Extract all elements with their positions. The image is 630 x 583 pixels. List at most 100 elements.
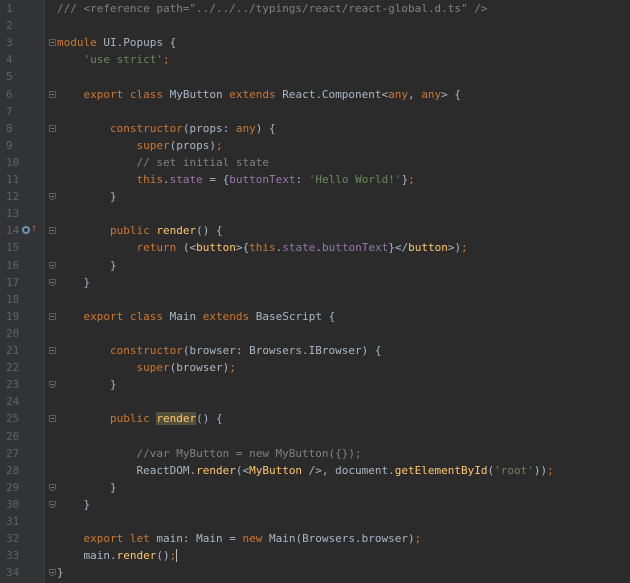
line-number: 1	[6, 2, 13, 15]
code-line[interactable]: main.render();	[57, 547, 178, 564]
code-token: }	[57, 497, 91, 511]
code-token: MyButton	[249, 463, 303, 477]
code-line[interactable]: public render() {	[57, 222, 223, 239]
code-line[interactable]: }	[57, 188, 117, 205]
code-token: .	[315, 241, 322, 255]
code-line[interactable]: }	[57, 496, 90, 513]
code-line[interactable]: this.state = {buttonText: 'Hello World!'…	[57, 171, 415, 188]
code-token: }	[57, 275, 91, 289]
code-token: >{	[235, 241, 250, 255]
code-line[interactable]: constructor(props: any) {	[57, 120, 276, 137]
code-token: }	[57, 480, 117, 494]
line-number: 28	[6, 463, 20, 477]
code-token: Main	[162, 309, 203, 323]
code-line[interactable]: super(props);	[57, 137, 223, 154]
code-line[interactable]: export class MyButton extends React.Comp…	[57, 86, 462, 103]
code-line[interactable]: return (<button>{this.state.buttonText}<…	[57, 239, 468, 256]
code-token: ;	[229, 361, 236, 375]
code-token: button	[196, 241, 236, 255]
line-number: 20	[6, 326, 20, 340]
code-line[interactable]: module UI.Popups {	[57, 34, 176, 51]
code-area[interactable]: /// <reference path="../../../typings/re…	[45, 0, 630, 583]
code-line[interactable]: }	[57, 274, 90, 291]
line-number: 26	[6, 429, 20, 443]
code-line[interactable]: export let main: Main = new Main(Browser…	[57, 530, 422, 547]
code-line[interactable]: export class Main extends BaseScript {	[57, 308, 336, 325]
fold-marker-icon[interactable]	[49, 312, 56, 320]
code-token: 'Hello World!'	[308, 173, 402, 186]
fold-marker-icon[interactable]	[49, 90, 56, 98]
code-token: () {	[196, 224, 223, 238]
code-token: any	[388, 87, 409, 101]
line-number: 31	[6, 515, 20, 528]
line-number: 34	[6, 566, 20, 580]
code-token: buttonText	[321, 241, 389, 255]
code-line[interactable]: //var MyButton = new MyButton({});	[57, 445, 361, 462]
code-line[interactable]: public render() {	[57, 410, 223, 427]
code-token: (browser: Browsers.IBrowser) {	[182, 344, 382, 357]
fold-marker-icon[interactable]	[49, 261, 56, 269]
code-token: any	[421, 87, 442, 101]
code-token: super	[136, 361, 170, 375]
code-token: />, document.	[302, 463, 395, 477]
code-line[interactable]: super(browser);	[57, 359, 236, 376]
fold-marker-icon[interactable]	[49, 124, 56, 132]
code-token: ;	[408, 173, 415, 186]
line-number: 11	[6, 173, 20, 186]
fold-marker-icon[interactable]	[49, 347, 56, 354]
code-line[interactable]: }	[57, 257, 117, 274]
code-token: export let	[83, 532, 150, 546]
code-token: extends	[202, 309, 250, 323]
fold-marker-icon[interactable]	[49, 483, 56, 491]
code-token: }</	[388, 241, 409, 255]
code-token: 'root'	[494, 463, 534, 477]
code-token: constructor	[109, 121, 183, 135]
line-number: 19	[6, 309, 20, 323]
code-token: export class	[83, 87, 163, 101]
code-token: ;	[215, 138, 223, 152]
line-number: 33	[6, 549, 20, 563]
code-token: ;	[461, 241, 468, 255]
fold-marker-icon[interactable]	[49, 500, 56, 508]
line-number: 7	[6, 104, 13, 118]
code-token: this	[136, 173, 163, 186]
line-number: 3	[6, 36, 13, 50]
line-number: 6	[6, 87, 13, 101]
code-line[interactable]: constructor(browser: Browsers.IBrowser) …	[57, 342, 382, 359]
code-line[interactable]: }	[57, 376, 117, 393]
fold-marker-icon[interactable]	[49, 415, 56, 423]
fold-marker-icon[interactable]	[49, 227, 56, 235]
code-token: >)	[447, 241, 462, 255]
line-number: 9	[6, 138, 13, 152]
code-token: () {	[196, 412, 223, 426]
code-line[interactable]: 'use strict';	[57, 51, 170, 68]
code-editor[interactable]: /// <reference path="../../../typings/re…	[0, 0, 630, 583]
code-token: buttonText	[229, 173, 296, 186]
line-number: 5	[6, 70, 13, 84]
code-token: }	[57, 566, 64, 580]
code-token: constructor	[109, 344, 183, 357]
fold-marker-icon[interactable]	[49, 39, 56, 47]
line-number: 25	[6, 412, 20, 426]
code-line[interactable]: // set initial state	[57, 154, 268, 171]
code-token: }	[57, 258, 117, 272]
line-number: 22	[6, 361, 20, 375]
line-number: 13	[6, 207, 20, 221]
line-number: 8	[6, 121, 13, 135]
code-line[interactable]: }	[57, 564, 64, 581]
code-line[interactable]: }	[57, 479, 117, 496]
code-token: (browser)	[169, 361, 230, 375]
code-token: button	[408, 241, 448, 255]
code-token: state	[282, 241, 316, 255]
line-number: 16	[6, 258, 20, 272]
code-line[interactable]: /// <reference path="../../../typings/re…	[57, 0, 487, 17]
line-number: 32	[6, 532, 20, 546]
code-line[interactable]: ReactDOM.render(<MyButton />, document.g…	[57, 462, 553, 479]
fold-marker-icon[interactable]	[49, 278, 56, 286]
